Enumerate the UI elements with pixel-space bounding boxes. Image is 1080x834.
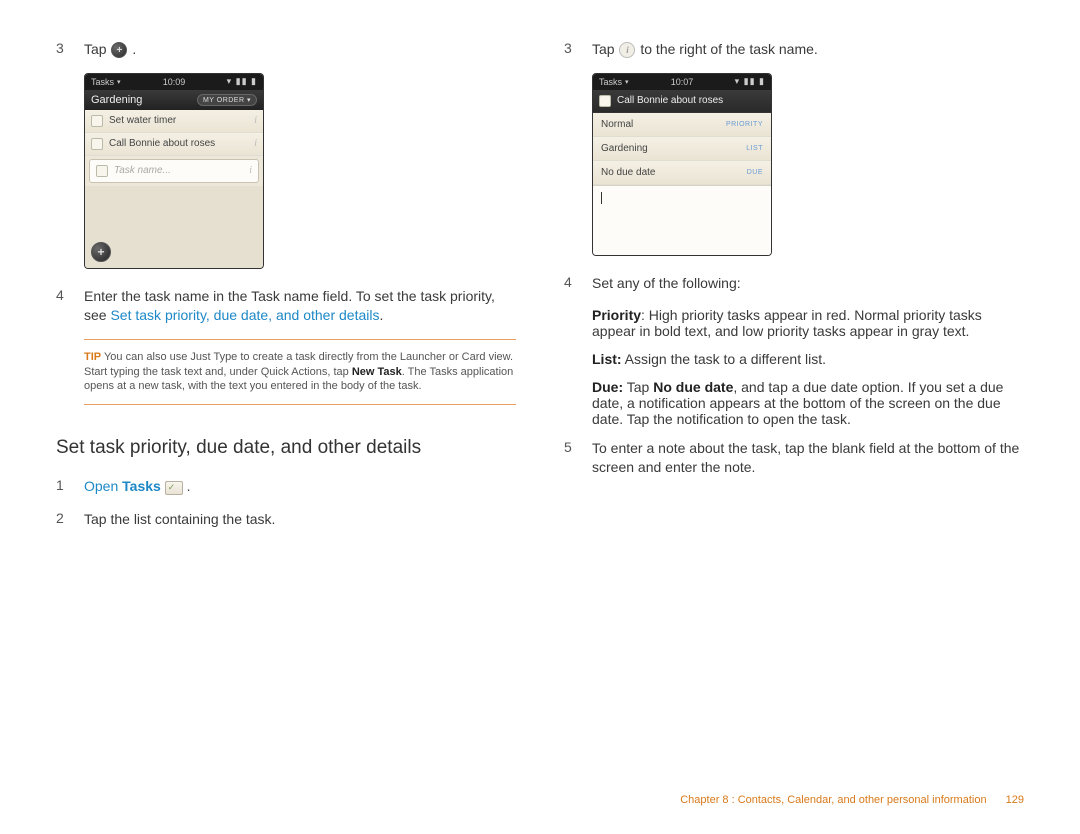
task-title-row: Call Bonnie about roses (593, 90, 771, 113)
info-icon[interactable]: i (254, 138, 257, 149)
page-number: 129 (1006, 794, 1024, 806)
period: . (379, 307, 383, 323)
status-indicators: ▾ ▮▮ ▮ (185, 76, 257, 87)
left-step-4: 4 Enter the task name in the Task name f… (56, 287, 516, 325)
step-text: To enter a note about the task, tap the … (592, 439, 1024, 477)
priority-label: PRIORITY (726, 121, 763, 128)
step-text-b: to the right of the task name. (640, 41, 817, 57)
checkbox-icon[interactable] (91, 115, 103, 127)
checkbox-icon (96, 165, 108, 177)
task-label: Call Bonnie about roses (109, 138, 215, 149)
status-app: Tasks (91, 77, 114, 87)
chevron-down-icon: ▾ (117, 78, 121, 86)
due-value: No due date (601, 167, 747, 178)
list-text: Assign the task to a different list. (622, 351, 826, 367)
tip-box: TIP You can also use Just Type to create… (84, 339, 516, 406)
header-bar: Gardening MY ORDER ▾ (85, 90, 263, 110)
page-footer: Chapter 8 : Contacts, Calendar, and othe… (680, 794, 1024, 806)
list-background: + (85, 186, 263, 268)
status-time: 10:07 (671, 77, 694, 87)
info-icon[interactable]: i (254, 115, 257, 126)
due-row[interactable]: No due date DUE (593, 161, 771, 185)
left-step-1: 1 Open Tasks . (56, 477, 516, 496)
task-row[interactable]: Set water timer i (85, 110, 263, 133)
step-body: Open Tasks . (84, 477, 516, 496)
priority-label-bold: Priority (592, 307, 641, 323)
chapter-label: Chapter 8 : Contacts, Calendar, and othe… (680, 794, 986, 806)
left-step-2: 2 Tap the list containing the task. (56, 510, 516, 529)
step-body: Tap + . (84, 40, 516, 59)
info-icon: i (619, 42, 635, 58)
list-label: LIST (746, 145, 763, 152)
step-number: 4 (56, 287, 84, 325)
due-paragraph: Due: Tap No due date, and tap a due date… (592, 379, 1024, 427)
right-step-3: 3 Tap i to the right of the task name. (564, 40, 1024, 59)
task-label: Set water timer (109, 115, 176, 126)
status-bar: Tasks▾ 10:09 ▾ ▮▮ ▮ (85, 74, 263, 90)
step-text: Tap the list containing the task. (84, 510, 516, 529)
list-value: Gardening (601, 143, 746, 154)
priority-paragraph: Priority: High priority tasks appear in … (592, 307, 1024, 339)
tip-label: TIP (84, 351, 101, 363)
tasks-link[interactable]: Tasks (122, 478, 161, 494)
cross-reference-link[interactable]: Set task priority, due date, and other d… (110, 307, 379, 323)
status-time: 10:09 (163, 77, 186, 87)
step-number: 3 (56, 40, 84, 59)
due-label: DUE (747, 169, 763, 176)
step-number: 2 (56, 510, 84, 529)
checkbox-icon[interactable] (91, 138, 103, 150)
priority-value: Normal (601, 119, 726, 130)
step-number: 5 (564, 439, 592, 477)
tasks-app-icon (165, 481, 183, 495)
right-column: 3 Tap i to the right of the task name. T… (564, 40, 1024, 543)
step-text-a: Tap (592, 41, 618, 57)
period: . (187, 478, 191, 494)
list-row[interactable]: Gardening LIST (593, 137, 771, 161)
left-step-3: 3 Tap + . (56, 40, 516, 59)
due-label-bold: Due: (592, 379, 623, 395)
step-text: Set any of the following: (592, 274, 1024, 293)
step-body: Tap i to the right of the task name. (592, 40, 1024, 59)
placeholder-text: Task name... (114, 165, 171, 176)
priority-row[interactable]: Normal PRIORITY (593, 113, 771, 137)
plus-icon: + (111, 42, 127, 58)
task-title: Call Bonnie about roses (617, 95, 723, 106)
status-app: Tasks (599, 77, 622, 87)
open-link[interactable]: Open (84, 478, 118, 494)
tip-bold: New Task (352, 366, 402, 378)
step-number: 1 (56, 477, 84, 496)
step-number: 4 (564, 274, 592, 293)
info-icon[interactable]: i (249, 165, 252, 176)
due-text-a: Tap (623, 379, 653, 395)
task-row[interactable]: Call Bonnie about roses i (85, 133, 263, 156)
phone-screenshot-tasks-list: Tasks▾ 10:09 ▾ ▮▮ ▮ Gardening MY ORDER ▾… (84, 73, 264, 269)
no-due-date-bold: No due date (653, 379, 733, 395)
checkbox-icon[interactable] (599, 95, 611, 107)
section-heading: Set task priority, due date, and other d… (56, 437, 516, 459)
note-textarea[interactable] (593, 185, 771, 255)
step-text: Tap (84, 41, 107, 57)
right-step-5: 5 To enter a note about the task, tap th… (564, 439, 1024, 477)
text-cursor (601, 192, 602, 204)
page: 3 Tap + . Tasks▾ 10:09 ▾ ▮▮ ▮ Gardening … (0, 0, 1080, 543)
list-paragraph: List: Assign the task to a different lis… (592, 351, 1024, 367)
status-indicators: ▾ ▮▮ ▮ (693, 76, 765, 87)
chevron-down-icon: ▾ (625, 78, 629, 86)
task-name-input[interactable]: Task name... i (89, 159, 259, 183)
period: . (132, 41, 136, 57)
right-step-4: 4 Set any of the following: (564, 274, 1024, 293)
step-body: Enter the task name in the Task name fie… (84, 287, 516, 325)
header-title: Gardening (91, 94, 197, 106)
sort-button[interactable]: MY ORDER ▾ (197, 94, 257, 106)
list-label-bold: List: (592, 351, 622, 367)
step-number: 3 (564, 40, 592, 59)
left-column: 3 Tap + . Tasks▾ 10:09 ▾ ▮▮ ▮ Gardening … (56, 40, 516, 543)
phone-screenshot-task-detail: Tasks▾ 10:07 ▾ ▮▮ ▮ Call Bonnie about ro… (592, 73, 772, 256)
add-task-button[interactable]: + (91, 242, 111, 262)
status-bar: Tasks▾ 10:07 ▾ ▮▮ ▮ (593, 74, 771, 90)
priority-text: : High priority tasks appear in red. Nor… (592, 307, 982, 339)
